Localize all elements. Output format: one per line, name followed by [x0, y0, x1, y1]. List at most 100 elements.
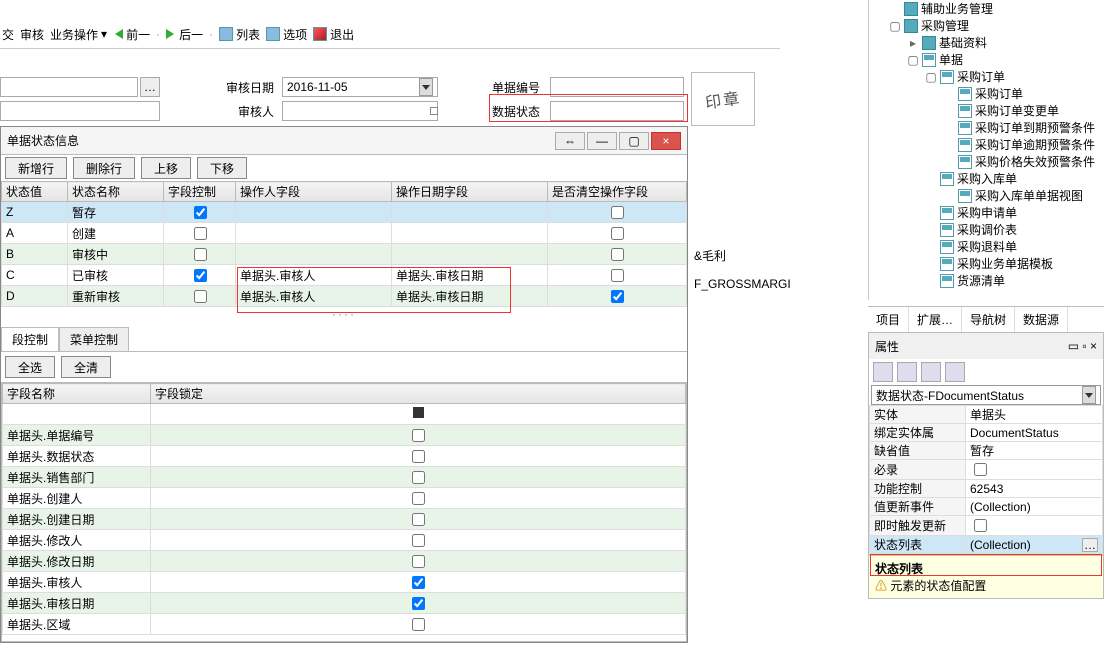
- tb-exit[interactable]: 退出: [313, 26, 354, 43]
- tree-twisty-icon[interactable]: [925, 275, 937, 287]
- btn-down[interactable]: 下移: [197, 157, 247, 179]
- tree-node[interactable]: ▸基础资料: [869, 34, 1104, 51]
- cb-lock[interactable]: [412, 471, 425, 484]
- field-row[interactable]: 单据头.单据编号: [3, 425, 686, 446]
- btn-addrow[interactable]: 新增行: [5, 157, 67, 179]
- col2-name[interactable]: 字段名称: [3, 384, 151, 404]
- tree-node[interactable]: 货源清单: [869, 272, 1104, 289]
- prop-selector[interactable]: 数据状态-FDocumentStatus: [871, 385, 1101, 405]
- btn-delrow[interactable]: 删除行: [73, 157, 135, 179]
- col-sfqk[interactable]: 是否清空操作字段: [548, 182, 687, 202]
- fld-sjzt[interactable]: [550, 101, 684, 121]
- field-row[interactable]: 单据头.销售部门: [3, 467, 686, 488]
- cb-zdkz[interactable]: [194, 269, 207, 282]
- tree-node[interactable]: 采购订单逾期预警条件: [869, 136, 1104, 153]
- tree-twisty-icon[interactable]: [925, 258, 937, 270]
- tree-twisty-icon[interactable]: ▸: [907, 37, 919, 49]
- col-ztmc[interactable]: 状态名称: [68, 182, 164, 202]
- tree-twisty-icon[interactable]: [889, 3, 901, 15]
- tree-node[interactable]: 采购退料单: [869, 238, 1104, 255]
- field-row[interactable]: 单据头.审核日期: [3, 593, 686, 614]
- tab3-xm[interactable]: 项目: [868, 307, 909, 332]
- tree-twisty-icon[interactable]: [925, 224, 937, 236]
- cb-lock[interactable]: [412, 534, 425, 547]
- tb-yewu[interactable]: 业务操作▾: [50, 26, 107, 43]
- tree-node[interactable]: 采购业务单据模板: [869, 255, 1104, 272]
- field-row[interactable]: 单据头.数据状态: [3, 446, 686, 467]
- tb-next[interactable]: 后一: [166, 26, 203, 43]
- prop-row[interactable]: 实体单据头: [870, 406, 1103, 424]
- cb-tri-icon[interactable]: [413, 407, 424, 418]
- prop-row[interactable]: 必录: [870, 460, 1103, 480]
- field-row[interactable]: 单据头.创建日期: [3, 509, 686, 530]
- col-czrqzd[interactable]: 操作日期字段: [392, 182, 548, 202]
- cb-clear[interactable]: [611, 206, 624, 219]
- cb-lock[interactable]: [412, 597, 425, 610]
- prop-ico-4[interactable]: [945, 362, 965, 382]
- cb-clear[interactable]: [611, 227, 624, 240]
- tree-node[interactable]: 采购订单: [869, 85, 1104, 102]
- tree-twisty-icon[interactable]: [925, 207, 937, 219]
- prop-title-btns[interactable]: ▭ ▫ ×: [1068, 339, 1097, 353]
- col2-lock[interactable]: 字段锁定: [151, 384, 686, 404]
- dlg-max-btn[interactable]: ▢: [619, 132, 649, 150]
- col-czrzd[interactable]: 操作人字段: [236, 182, 392, 202]
- cb-lock[interactable]: [412, 429, 425, 442]
- dlg-close-btn[interactable]: ×: [651, 132, 681, 150]
- btn-selnone[interactable]: 全清: [61, 356, 111, 378]
- tree-twisty-icon[interactable]: ▢: [925, 71, 937, 83]
- prop-ico-2[interactable]: [897, 362, 917, 382]
- tab3-dhs[interactable]: 导航树: [962, 307, 1015, 332]
- cb-lock[interactable]: [412, 492, 425, 505]
- tree-twisty-icon[interactable]: [943, 105, 955, 117]
- col-zdkz[interactable]: 字段控制: [164, 182, 236, 202]
- tree-twisty-icon[interactable]: [943, 156, 955, 168]
- tb-list[interactable]: 列表: [219, 26, 260, 43]
- col-ztz[interactable]: 状态值: [2, 182, 68, 202]
- tab3-kz[interactable]: 扩展…: [909, 307, 962, 332]
- cb-zdkz[interactable]: [194, 290, 207, 303]
- tab-duan[interactable]: 段控制: [1, 327, 59, 351]
- cb-zdkz[interactable]: [194, 206, 207, 219]
- tree-twisty-icon[interactable]: ▢: [889, 20, 901, 32]
- cb-clear[interactable]: [611, 290, 624, 303]
- dlg-min-btn[interactable]: —: [587, 132, 617, 150]
- tb-opt[interactable]: 选项: [266, 26, 307, 43]
- tree-node[interactable]: 采购入库单: [869, 170, 1104, 187]
- fld-shr-lookup[interactable]: [430, 107, 438, 115]
- cb-lock[interactable]: [412, 513, 425, 526]
- prop-ellipsis-btn[interactable]: …: [1082, 538, 1098, 552]
- prop-ico-3[interactable]: [921, 362, 941, 382]
- date-shrq[interactable]: 2016-11-05: [282, 77, 438, 97]
- tree-node[interactable]: ▢采购管理: [869, 17, 1104, 34]
- tree-twisty-icon[interactable]: [925, 173, 937, 185]
- field-row[interactable]: 单据头.修改人: [3, 530, 686, 551]
- prop-row[interactable]: 绑定实体属DocumentStatus: [870, 424, 1103, 442]
- cb-clear[interactable]: [611, 269, 624, 282]
- tree-node[interactable]: 辅助业务管理: [869, 0, 1104, 17]
- tree-twisty-icon[interactable]: [943, 122, 955, 134]
- status-row[interactable]: A创建: [2, 223, 687, 244]
- tab3-sjy[interactable]: 数据源: [1015, 307, 1068, 332]
- field-row[interactable]: 单据头.创建人: [3, 488, 686, 509]
- tb-prev[interactable]: 前一: [113, 26, 150, 43]
- field-row[interactable]: 单据头.审核人: [3, 572, 686, 593]
- tree-node[interactable]: 采购调价表: [869, 221, 1104, 238]
- tree-node[interactable]: 采购入库单单据视图: [869, 187, 1104, 204]
- tree-twisty-icon[interactable]: [943, 139, 955, 151]
- status-row[interactable]: C已审核单据头.审核人单据头.审核日期: [2, 265, 687, 286]
- tb-shenhe[interactable]: 审核: [20, 26, 44, 43]
- btn-up[interactable]: 上移: [141, 157, 191, 179]
- status-row[interactable]: Z暂存: [2, 202, 687, 223]
- field-row[interactable]: 单据头.区域: [3, 614, 686, 635]
- tab-menu[interactable]: 菜单控制: [59, 327, 129, 351]
- cb-lock[interactable]: [412, 618, 425, 631]
- prop-cb[interactable]: [974, 519, 987, 532]
- field-row[interactable]: [3, 404, 686, 425]
- fld-unknown2[interactable]: [0, 101, 160, 121]
- tree-twisty-icon[interactable]: [943, 88, 955, 100]
- prop-row[interactable]: 状态列表(Collection) …: [870, 536, 1103, 554]
- btn-selall[interactable]: 全选: [5, 356, 55, 378]
- fld-djbh[interactable]: [550, 77, 684, 97]
- prop-row[interactable]: 缺省值暂存: [870, 442, 1103, 460]
